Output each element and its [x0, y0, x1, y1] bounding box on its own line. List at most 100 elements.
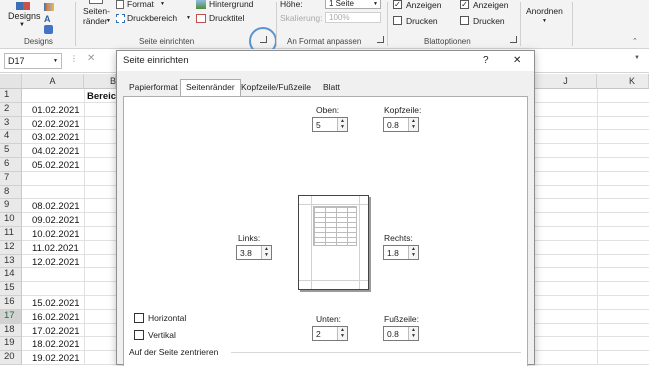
row-header[interactable]: 19: [0, 337, 22, 352]
cell-a[interactable]: 18.02.2021: [32, 339, 80, 350]
background-icon: [196, 0, 206, 9]
center-section-label: Auf der Seite zentrieren: [129, 347, 219, 357]
close-icon[interactable]: ✕: [513, 51, 521, 71]
row-header[interactable]: 4: [0, 130, 22, 145]
cell-a[interactable]: 05.02.2021: [32, 160, 80, 171]
unten-spinner[interactable]: 2 ▲ ▼: [312, 326, 348, 341]
spin-arrows-icon[interactable]: ▲ ▼: [337, 327, 347, 340]
spin-arrows-icon[interactable]: ▲ ▼: [261, 246, 271, 259]
cell-a[interactable]: 11.02.2021: [32, 243, 79, 254]
column-header-b[interactable]: B: [84, 74, 116, 89]
row-header[interactable]: 7: [0, 171, 22, 186]
spin-arrows-icon[interactable]: ▲ ▼: [408, 327, 418, 340]
select-all-corner[interactable]: [0, 74, 22, 89]
kopfzeile-label: Kopfzeile:: [384, 105, 422, 115]
print-area-button[interactable]: Druckbereich ▼: [116, 13, 196, 25]
row-header[interactable]: 18: [0, 323, 22, 338]
row-header[interactable]: 8: [0, 185, 22, 200]
cell-a[interactable]: 02.02.2021: [32, 119, 80, 130]
row-header[interactable]: 13: [0, 254, 22, 269]
designs-group-label: Designs: [24, 37, 53, 46]
arrange-button[interactable]: Anordnen ▼: [521, 0, 571, 49]
rechts-spinner[interactable]: 1.8 ▲ ▼: [383, 245, 419, 260]
kopfzeile-spinner[interactable]: 0.8 ▲ ▼: [383, 117, 419, 132]
cell-a[interactable]: 10.02.2021: [32, 229, 80, 240]
row-header[interactable]: 12: [0, 240, 22, 255]
links-spinner[interactable]: 3.8 ▲ ▼: [236, 245, 272, 260]
margins-tab-panel: Oben: 5 ▲ ▼ Kopfzeile: 0.8 ▲ ▼ Links: 3.8 …: [123, 96, 528, 366]
row-header[interactable]: 20: [0, 351, 22, 365]
cell-a[interactable]: 08.02.2021: [32, 201, 80, 212]
column-header-j[interactable]: J: [535, 74, 597, 89]
cell-a[interactable]: 09.02.2021: [32, 215, 80, 226]
scaling-input[interactable]: 100%: [325, 12, 381, 23]
tab-kopfzeile-fusszeile[interactable]: Kopfzeile/Fußzeile: [235, 79, 317, 96]
page-preview: [298, 195, 369, 290]
row-header[interactable]: 16: [0, 296, 22, 310]
cell-a[interactable]: 19.02.2021: [32, 353, 80, 364]
row-header[interactable]: 3: [0, 116, 22, 131]
collapse-ribbon-icon[interactable]: ⌃: [632, 37, 638, 45]
tab-seitenraender[interactable]: Seitenränder: [180, 79, 241, 97]
sheet-options-group-label: Blattoptionen: [424, 37, 471, 46]
unten-label: Unten:: [316, 314, 342, 324]
expand-formula-bar-icon[interactable]: ▼: [634, 55, 640, 61]
fonts-icon[interactable]: A: [44, 14, 51, 24]
scale-dialog-launcher-icon[interactable]: [377, 36, 384, 43]
row-header[interactable]: 10: [0, 213, 22, 227]
cell-a[interactable]: 12.02.2021: [32, 257, 80, 268]
horizontal-checkbox[interactable]: [134, 313, 144, 323]
gridlines-view-checkbox[interactable]: ✓: [393, 0, 402, 9]
designs-button[interactable]: Designs ▼: [6, 2, 41, 30]
row-header[interactable]: 14: [0, 268, 22, 283]
column-header-k[interactable]: K: [597, 74, 649, 89]
sheet-options-dialog-launcher-icon[interactable]: [510, 36, 517, 43]
row-header[interactable]: 1: [0, 89, 22, 103]
cell-a[interactable]: 04.02.2021: [32, 146, 80, 157]
background-button[interactable]: Hintergrund: [196, 0, 266, 11]
help-button[interactable]: ?: [483, 51, 489, 71]
height-label: Höhe:: [280, 0, 303, 9]
spin-arrows-icon[interactable]: ▲ ▼: [408, 246, 418, 259]
more-options-icon[interactable]: ⋮: [70, 54, 78, 63]
cell-a[interactable]: 03.02.2021: [32, 132, 80, 143]
fusszeile-spinner[interactable]: 0.8 ▲ ▼: [383, 326, 419, 341]
tab-papierformat[interactable]: Papierformat: [123, 79, 184, 96]
row-header[interactable]: 9: [0, 199, 22, 214]
headings-view-checkbox[interactable]: ✓: [460, 0, 469, 9]
gridlines-print-checkbox[interactable]: [393, 16, 402, 25]
spin-arrows-icon[interactable]: ▲ ▼: [337, 118, 347, 131]
spin-arrows-icon[interactable]: ▲ ▼: [408, 118, 418, 131]
rechts-label: Rechts:: [384, 233, 413, 243]
row-header[interactable]: 5: [0, 144, 22, 158]
headings-print-checkbox[interactable]: [460, 16, 469, 25]
row-header[interactable]: 15: [0, 282, 22, 296]
horizontal-label[interactable]: Horizontal: [148, 313, 186, 323]
row-header[interactable]: 11: [0, 227, 22, 241]
oben-spinner[interactable]: 5 ▲ ▼: [312, 117, 348, 132]
print-titles-button[interactable]: Drucktitel: [196, 13, 266, 25]
cancel-icon[interactable]: ✕: [87, 53, 95, 64]
dialog-title-bar: Seite einrichten ? ✕: [117, 51, 534, 71]
links-label: Links:: [238, 233, 261, 243]
preview-margin-line: [311, 196, 312, 289]
tab-blatt[interactable]: Blatt: [317, 79, 346, 96]
vertical-checkbox[interactable]: [134, 330, 144, 340]
row-header[interactable]: 6: [0, 158, 22, 172]
height-select[interactable]: 1 Seite ▼: [325, 0, 381, 9]
name-box[interactable]: D17 ▼: [4, 53, 62, 69]
cell-a[interactable]: 16.02.2021: [32, 312, 80, 323]
orientation-format-button[interactable]: Format ▼: [116, 0, 186, 11]
cell-a[interactable]: 01.02.2021: [32, 105, 80, 116]
cell-a[interactable]: 15.02.2021: [32, 298, 80, 309]
column-header-a[interactable]: A: [22, 74, 84, 89]
margins-button[interactable]: Seiten- ränder ▼: [80, 0, 114, 32]
ribbon: Designs ▼ A Designs Seiten- ränder ▼ For…: [0, 0, 649, 55]
page-setup-group-label: Seite einrichten: [139, 37, 195, 46]
row-header[interactable]: 17: [0, 309, 22, 324]
vertical-label[interactable]: Vertikal: [148, 330, 176, 340]
effects-icon[interactable]: [44, 25, 53, 34]
row-header[interactable]: 2: [0, 102, 22, 117]
cell-a[interactable]: 17.02.2021: [32, 326, 80, 337]
colors-icon[interactable]: [44, 3, 54, 11]
